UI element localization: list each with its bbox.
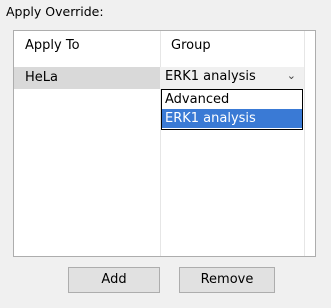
group-dropdown[interactable]: ERK1 analysis ⌄ bbox=[160, 67, 304, 89]
column-divider bbox=[304, 31, 305, 256]
table-header: Apply To Group bbox=[14, 31, 304, 62]
table-row[interactable]: HeLa ERK1 analysis ⌄ bbox=[14, 67, 304, 89]
add-button[interactable]: Add bbox=[68, 267, 160, 293]
group-dropdown-value: ERK1 analysis bbox=[165, 69, 256, 84]
chevron-down-icon[interactable]: ⌄ bbox=[287, 69, 296, 82]
column-header-group[interactable]: Group bbox=[171, 38, 211, 53]
dropdown-option-advanced[interactable]: Advanced bbox=[162, 90, 302, 109]
remove-button[interactable]: Remove bbox=[179, 267, 275, 293]
column-divider bbox=[160, 31, 161, 256]
group-dropdown-list: Advanced ERK1 analysis bbox=[161, 89, 303, 130]
override-table: Apply To Group HeLa ERK1 analysis ⌄ Adva… bbox=[13, 30, 316, 257]
apply-to-cell[interactable]: HeLa bbox=[25, 70, 58, 85]
column-header-apply-to[interactable]: Apply To bbox=[25, 38, 80, 53]
dropdown-option-erk1-analysis[interactable]: ERK1 analysis bbox=[162, 109, 302, 128]
apply-override-label: Apply Override: bbox=[6, 4, 104, 19]
